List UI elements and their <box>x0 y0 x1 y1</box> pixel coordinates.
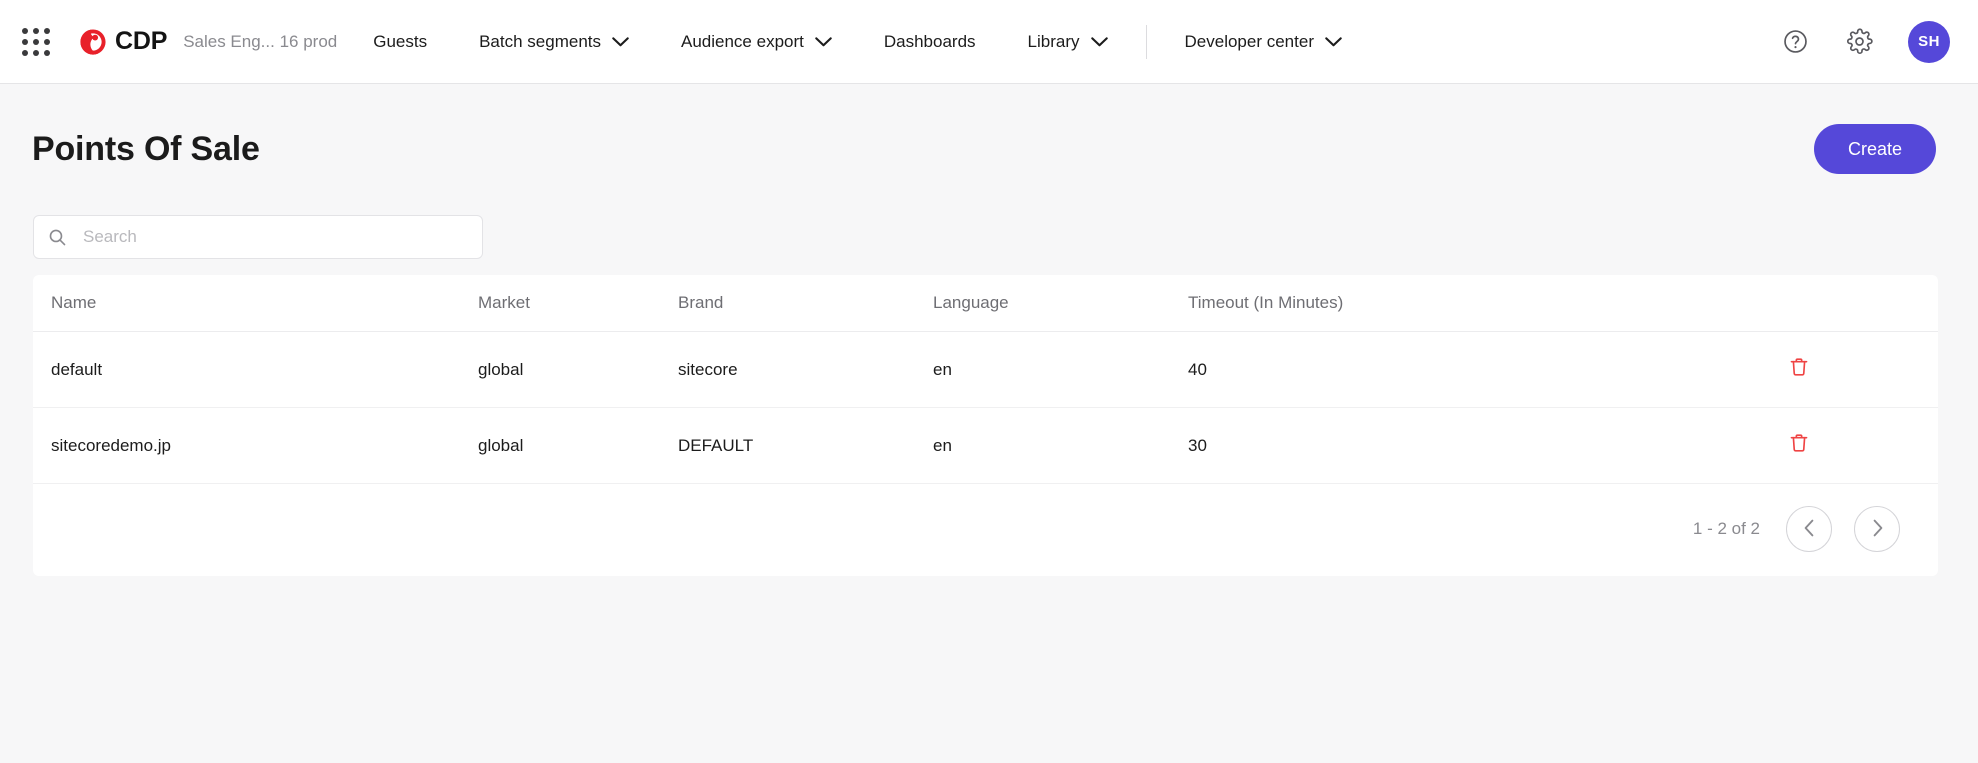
pagination-range: 1 - 2 of 2 <box>1692 519 1760 538</box>
nav-item-label: Library <box>1027 31 1080 51</box>
page-title: Points Of Sale <box>32 129 260 168</box>
nav-item-developer-center[interactable]: Developer center <box>1185 22 1342 62</box>
delete-row-button[interactable] <box>1788 356 1810 378</box>
nav-item-guests[interactable]: Guests <box>373 22 427 62</box>
pagination: 1 - 2 of 2 <box>33 484 1938 576</box>
cell-name: default <box>33 331 478 408</box>
nav-item-label: Dashboards <box>883 31 976 51</box>
nav-item-library[interactable]: Library <box>1028 22 1108 62</box>
trash-icon <box>1788 434 1810 457</box>
pagination-prev-button[interactable] <box>1786 506 1832 552</box>
chevron-right-icon <box>1871 519 1884 540</box>
cell-actions <box>1788 331 1938 408</box>
search-input[interactable] <box>81 216 468 258</box>
nav-item-label: Guests <box>373 31 428 51</box>
chevron-left-icon <box>1803 519 1816 540</box>
table-row[interactable]: sitecoredemo.jp global DEFAULT en 30 <box>33 407 1938 484</box>
gear-icon[interactable] <box>1844 27 1874 57</box>
cell-timeout: 40 <box>1188 331 1788 408</box>
table-header: Name Market Brand Language Timeout (In M… <box>33 275 1938 332</box>
cell-market: global <box>478 331 678 408</box>
chevron-down-icon <box>815 36 832 47</box>
search-box[interactable] <box>33 215 483 259</box>
nav-item-audience-export[interactable]: Audience export <box>681 22 832 62</box>
sitecore-logo-icon <box>78 27 108 57</box>
chevron-down-icon <box>1090 36 1108 47</box>
nav-item-label: Batch segments <box>479 31 601 51</box>
search-icon <box>48 228 67 247</box>
brand-logo-link[interactable]: CDP <box>78 27 167 57</box>
table-row[interactable]: default global sitecore en 40 <box>33 331 1938 408</box>
column-header-language[interactable]: Language <box>933 275 1188 332</box>
pagination-next-button[interactable] <box>1854 506 1900 552</box>
table-header-row: Name Market Brand Language Timeout (In M… <box>33 275 1938 332</box>
chevron-down-icon <box>1325 36 1342 47</box>
delete-row-button[interactable] <box>1788 432 1810 454</box>
primary-nav: Guests Batch segments Audience export Da… <box>373 22 1780 62</box>
points-of-sale-table: Name Market Brand Language Timeout (In M… <box>33 275 1938 484</box>
cell-market: global <box>478 407 678 484</box>
trash-icon <box>1788 358 1810 381</box>
cell-actions <box>1788 407 1938 484</box>
column-header-actions <box>1788 275 1938 332</box>
nav-item-label: Audience export <box>681 31 804 51</box>
create-button[interactable]: Create <box>1813 124 1936 174</box>
avatar[interactable]: SH <box>1908 20 1950 63</box>
column-header-market[interactable]: Market <box>478 275 678 332</box>
top-navigation-bar: CDP Sales Eng... 16 prod Guests Batch se… <box>0 0 1978 84</box>
apps-grid-icon[interactable] <box>16 22 56 62</box>
cell-language: en <box>933 331 1188 408</box>
points-of-sale-table-card: Name Market Brand Language Timeout (In M… <box>33 275 1938 576</box>
table-body: default global sitecore en 40 sitecorede… <box>33 331 1938 484</box>
nav-item-batch-segments[interactable]: Batch segments <box>479 22 629 62</box>
column-header-brand[interactable]: Brand <box>678 275 933 332</box>
apps-grid-dots <box>22 27 50 56</box>
page-header: Points Of Sale Create <box>0 84 1978 174</box>
cell-name: sitecoredemo.jp <box>33 407 478 484</box>
nav-divider <box>1145 24 1147 59</box>
cell-language: en <box>933 407 1188 484</box>
cell-brand: DEFAULT <box>678 407 933 484</box>
column-header-timeout[interactable]: Timeout (In Minutes) <box>1188 275 1788 332</box>
help-circle-icon[interactable] <box>1780 27 1810 57</box>
column-header-name[interactable]: Name <box>33 275 478 332</box>
nav-actions: SH <box>1780 20 1950 63</box>
cell-brand: sitecore <box>678 331 933 408</box>
page-content: Name Market Brand Language Timeout (In M… <box>0 215 1978 576</box>
nav-item-dashboards[interactable]: Dashboards <box>884 22 976 62</box>
chevron-down-icon <box>612 36 629 47</box>
brand-name: CDP <box>115 27 168 55</box>
cell-timeout: 30 <box>1188 407 1788 484</box>
tenant-label: Sales Eng... 16 prod <box>183 31 338 51</box>
nav-item-label: Developer center <box>1184 31 1314 51</box>
